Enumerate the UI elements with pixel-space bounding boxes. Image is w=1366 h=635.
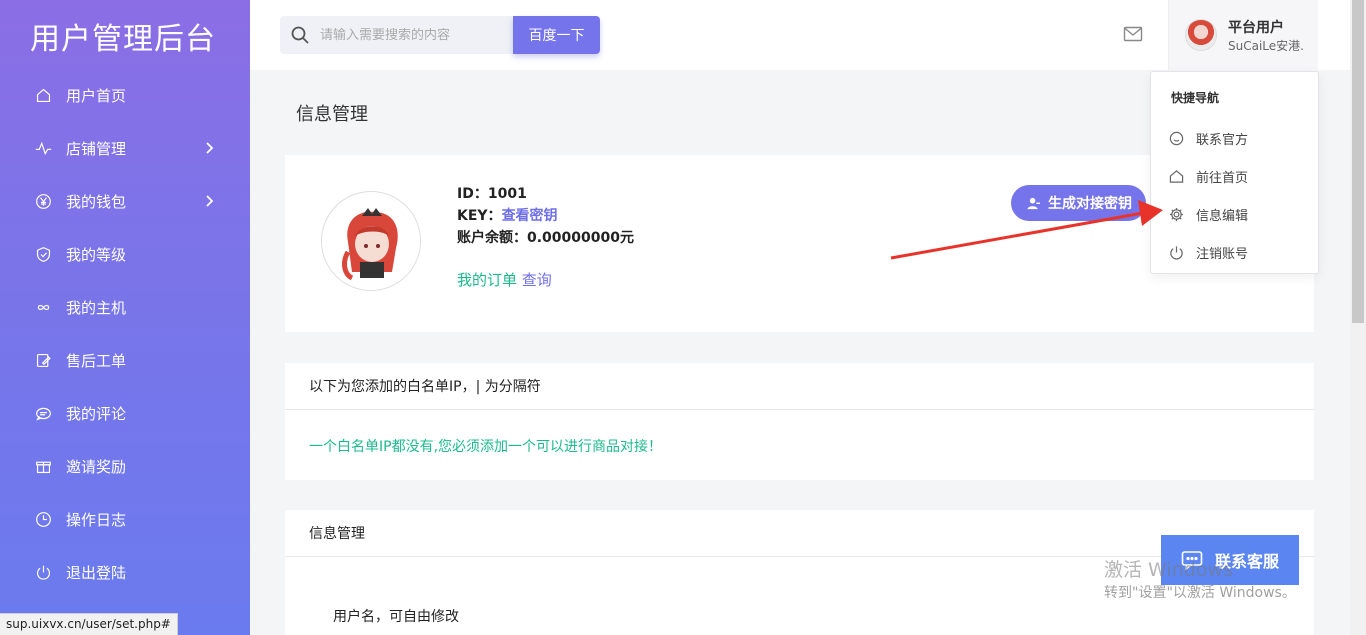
sidebar-item-comments[interactable]: 我的评论 <box>0 387 250 440</box>
profile-info: ID：1001 KEY：查看密钥 账户余额：0.00000000元 <box>457 183 634 249</box>
orders-query-link[interactable]: 查询 <box>522 271 552 289</box>
user-icon <box>1027 197 1040 209</box>
sidebar-item-level[interactable]: 我的等级 <box>0 228 250 281</box>
whitelist-message: 一个白名单IP都没有,您必须添加一个可以进行商品对接！ <box>309 439 663 455</box>
gear-icon <box>1169 207 1184 221</box>
sidebar-item-label: 操作日志 <box>66 511 127 529</box>
chevron-right-icon <box>202 141 216 155</box>
key-label: KEY： <box>457 208 502 224</box>
search-input[interactable] <box>320 27 510 43</box>
balance-value: 0.00000000元 <box>527 230 634 246</box>
power-icon <box>1170 245 1183 259</box>
id-value: 1001 <box>487 186 527 202</box>
shield-icon <box>34 246 52 264</box>
sidebar: 用户管理后台 用户首页 店铺管理 我的钱包 我的等级 我的主机 售后工单 我的评… <box>0 0 250 635</box>
whitelist-card: 以下为您添加的白名单IP，| 为分隔符 一个白名单IP都没有,您必须添加一个可以… <box>285 363 1314 480</box>
mail-icon[interactable] <box>1123 25 1143 43</box>
dropdown-item-home[interactable]: 前往首页 <box>1169 166 1248 186</box>
orders-label[interactable]: 我的订单 <box>457 271 517 289</box>
sidebar-item-shop[interactable]: 店铺管理 <box>0 122 250 175</box>
dropdown-item-contact[interactable]: 联系官方 <box>1169 128 1248 148</box>
generate-key-button[interactable]: 生成对接密钥 <box>1011 185 1146 221</box>
sidebar-item-label: 我的等级 <box>66 246 127 264</box>
user-name: 平台用户 <box>1228 20 1284 36</box>
sidebar-item-label: 邀请奖励 <box>66 458 127 476</box>
dropdown-item-deactivate[interactable]: 注销账号 <box>1169 242 1248 262</box>
home-icon <box>34 87 52 105</box>
clock-icon <box>34 511 52 529</box>
sidebar-item-ticket[interactable]: 售后工单 <box>0 334 250 387</box>
avatar <box>321 191 421 291</box>
sidebar-item-invite[interactable]: 邀请奖励 <box>0 440 250 493</box>
home-icon <box>1169 169 1184 183</box>
edit-icon <box>34 352 52 370</box>
sidebar-item-wallet[interactable]: 我的钱包 <box>0 175 250 228</box>
quick-nav-dropdown: 快捷导航 联系官方 前往首页 信息编辑 注销账号 <box>1150 71 1319 274</box>
brand-title: 用户管理后台 <box>30 22 216 57</box>
smile-icon <box>1169 131 1184 145</box>
dropdown-item-label: 联系官方 <box>1196 132 1249 148</box>
info-card-header: 信息管理 <box>285 510 1314 557</box>
orders-row: 我的订单 查询 <box>457 269 552 290</box>
vertical-scrollbar[interactable] <box>1350 0 1366 635</box>
gift-icon <box>34 458 52 476</box>
sidebar-item-label: 我的主机 <box>66 299 127 317</box>
sidebar-item-label: 售后工单 <box>66 352 127 370</box>
user-subtitle: SuCaiLe安港. <box>1228 39 1304 53</box>
dropdown-item-edit-info[interactable]: 信息编辑 <box>1169 204 1248 224</box>
sidebar-item-label: 我的钱包 <box>66 193 127 211</box>
windows-watermark-subtitle: 转到"设置"以激活 Windows。 <box>1104 585 1296 601</box>
sidebar-item-home[interactable]: 用户首页 <box>0 69 250 122</box>
sidebar-item-label: 退出登陆 <box>66 564 127 582</box>
avatar <box>1185 19 1217 51</box>
power-icon <box>34 564 52 582</box>
page-title: 信息管理 <box>296 104 368 125</box>
yen-icon <box>34 193 52 211</box>
status-url: sup.uixvx.cn/user/set.php# <box>0 613 178 635</box>
scrollbar-thumb[interactable] <box>1352 0 1364 323</box>
whitelist-header: 以下为您添加的白名单IP，| 为分隔符 <box>285 363 1314 410</box>
activity-icon <box>34 140 52 158</box>
sidebar-item-host[interactable]: 我的主机 <box>0 281 250 334</box>
comment-icon <box>34 405 52 423</box>
dropdown-item-label: 信息编辑 <box>1196 208 1249 224</box>
top-header: 百度一下 平台用户 SuCaiLe安港. <box>250 0 1350 70</box>
balance-label: 账户余额： <box>457 230 527 246</box>
infinity-icon <box>34 299 52 317</box>
dropdown-item-label: 前往首页 <box>1196 170 1249 186</box>
view-key-link[interactable]: 查看密钥 <box>502 208 558 224</box>
search-box <box>280 16 513 54</box>
dropdown-item-label: 注销账号 <box>1196 246 1249 262</box>
id-label: ID： <box>457 186 488 202</box>
search-icon <box>290 25 310 45</box>
sidebar-item-logout[interactable]: 退出登陆 <box>0 546 250 599</box>
sidebar-item-label: 用户首页 <box>66 87 127 105</box>
sidebar-item-label: 店铺管理 <box>66 140 127 158</box>
sidebar-nav: 用户首页 店铺管理 我的钱包 我的等级 我的主机 售后工单 我的评论 邀请奖励 … <box>0 69 250 599</box>
dropdown-title: 快捷导航 <box>1171 91 1220 105</box>
generate-key-label: 生成对接密钥 <box>1048 196 1132 212</box>
sidebar-item-label: 我的评论 <box>66 405 127 423</box>
sidebar-item-log[interactable]: 操作日志 <box>0 493 250 546</box>
search-button[interactable]: 百度一下 <box>513 16 600 54</box>
windows-watermark-title: 激活 Windows <box>1104 559 1233 581</box>
user-menu[interactable]: 平台用户 SuCaiLe安港. <box>1168 0 1318 70</box>
chevron-right-icon <box>202 194 216 208</box>
